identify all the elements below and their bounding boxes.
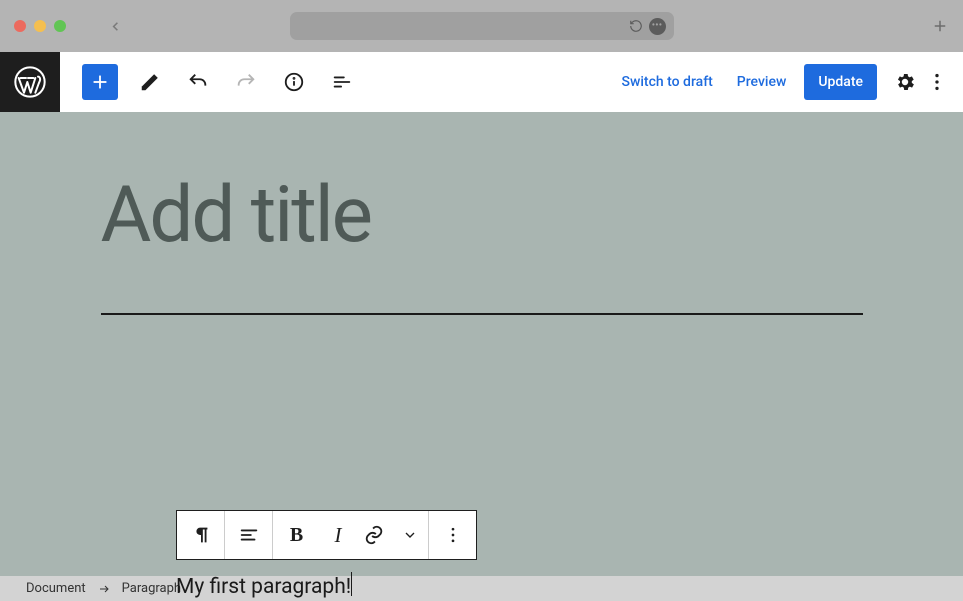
add-block-button[interactable] [82, 64, 118, 100]
switch-to-draft-link[interactable]: Switch to draft [609, 64, 724, 100]
reload-icon[interactable] [629, 19, 643, 33]
close-window-button[interactable] [14, 20, 26, 32]
link-button[interactable] [356, 511, 392, 559]
paragraph-block[interactable]: My first paragraph! [176, 572, 352, 599]
browser-chrome: ••• [0, 0, 963, 52]
nav-back-button[interactable] [108, 19, 123, 34]
undo-button[interactable] [182, 66, 214, 98]
preview-link[interactable]: Preview [725, 64, 799, 100]
redo-button[interactable] [230, 66, 262, 98]
post-title-input[interactable]: Add title [101, 170, 863, 261]
text-cursor [351, 572, 352, 596]
editor-header: Switch to draft Preview Update [0, 52, 963, 112]
new-tab-button[interactable] [931, 17, 949, 35]
window-controls [14, 20, 66, 32]
bold-button[interactable]: B [273, 511, 320, 559]
more-formatting-button[interactable] [392, 511, 428, 559]
block-toolbar: B I [176, 510, 477, 560]
title-divider [101, 313, 863, 315]
breadcrumb-current[interactable]: Paragraph [122, 581, 181, 596]
align-button[interactable] [225, 511, 272, 559]
more-options-button[interactable] [921, 66, 953, 98]
edit-mode-button[interactable] [134, 66, 166, 98]
block-more-options-button[interactable] [429, 511, 476, 559]
info-button[interactable] [278, 66, 310, 98]
breadcrumb-root[interactable]: Document [26, 581, 86, 596]
arrow-right-icon [98, 583, 110, 595]
url-bar[interactable]: ••• [290, 12, 674, 40]
editor-canvas: Add title B I M [0, 112, 963, 576]
paragraph-content: My first paragraph! [176, 575, 351, 599]
block-breadcrumb: Document Paragraph [0, 576, 963, 601]
update-button[interactable]: Update [804, 64, 877, 100]
site-menu-icon[interactable]: ••• [649, 18, 666, 35]
italic-button[interactable]: I [320, 511, 356, 559]
minimize-window-button[interactable] [34, 20, 46, 32]
wordpress-logo[interactable] [0, 52, 60, 112]
paragraph-block-icon[interactable] [177, 511, 224, 559]
outline-button[interactable] [326, 66, 358, 98]
settings-button[interactable] [889, 66, 921, 98]
maximize-window-button[interactable] [54, 20, 66, 32]
